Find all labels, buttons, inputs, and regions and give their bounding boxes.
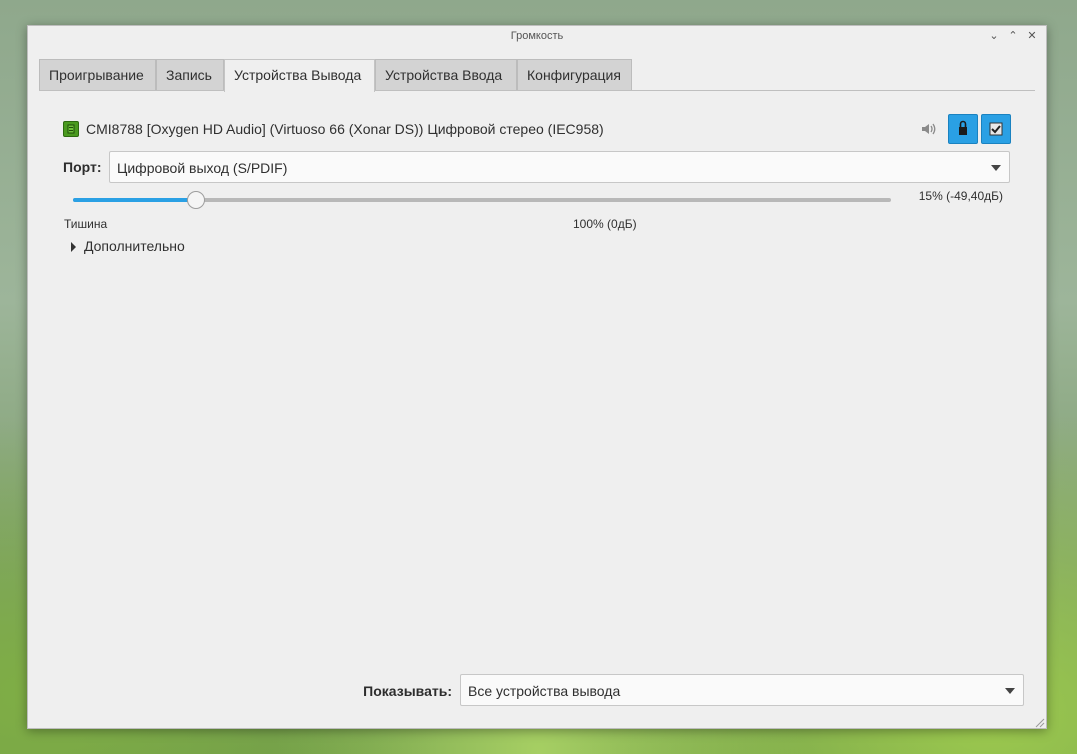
port-label: Порт: bbox=[63, 159, 102, 175]
port-select[interactable]: Цифровой выход (S/PDIF) bbox=[109, 151, 1010, 183]
title-bar[interactable]: Громкость ⌄ ⌃ ✕ bbox=[28, 26, 1046, 46]
chevron-down-icon bbox=[991, 165, 1001, 171]
port-row: Порт: Цифровой выход (S/PDIF) bbox=[63, 151, 1010, 183]
set-default-button[interactable] bbox=[981, 114, 1011, 144]
show-filter-label: Показывать: bbox=[363, 683, 452, 699]
volume-control-window: Громкость ⌄ ⌃ ✕ Проигрывание Запись Устр… bbox=[27, 25, 1047, 729]
advanced-label: Дополнительно bbox=[84, 238, 185, 254]
maximize-button[interactable]: ⌃ bbox=[1005, 28, 1021, 44]
scale-100-label: 100% (0дБ) bbox=[573, 217, 637, 231]
window-title: Громкость bbox=[510, 30, 564, 42]
show-filter-value: Все устройства вывода bbox=[468, 683, 621, 699]
volume-slider-handle[interactable] bbox=[187, 191, 205, 209]
device-row: CMI8788 [Oxygen HD Audio] (Virtuoso 66 (… bbox=[63, 114, 1011, 144]
minimize-button[interactable]: ⌄ bbox=[986, 28, 1002, 44]
expander-arrow-icon bbox=[71, 242, 76, 252]
resize-grip-icon[interactable] bbox=[1033, 715, 1045, 728]
volume-slider-fill bbox=[73, 198, 196, 202]
port-select-value: Цифровой выход (S/PDIF) bbox=[117, 160, 288, 176]
tab-bar: Проигрывание Запись Устройства Вывода Ус… bbox=[39, 59, 1035, 92]
device-name: CMI8788 [Oxygen HD Audio] (Virtuoso 66 (… bbox=[86, 121, 604, 137]
chevron-down-icon bbox=[1005, 688, 1015, 694]
tab-output-devices[interactable]: Устройства Вывода bbox=[224, 59, 375, 92]
lock-icon bbox=[959, 120, 967, 135]
sound-card-icon bbox=[63, 121, 79, 137]
close-button[interactable]: ✕ bbox=[1024, 28, 1040, 44]
lock-channels-button[interactable] bbox=[948, 114, 978, 144]
checkbox-checked-icon bbox=[989, 122, 1003, 136]
tab-configuration[interactable]: Конфигурация bbox=[517, 59, 632, 90]
show-filter-select[interactable]: Все устройства вывода bbox=[460, 674, 1024, 706]
volume-value: 15% (-49,40дБ) bbox=[918, 189, 1003, 203]
scale-silence-label: Тишина bbox=[64, 217, 108, 231]
speaker-volume-icon bbox=[920, 121, 938, 137]
tab-playback[interactable]: Проигрывание bbox=[39, 59, 156, 90]
tab-recording[interactable]: Запись bbox=[156, 59, 224, 90]
tab-input-devices[interactable]: Устройства Ввода bbox=[375, 59, 517, 90]
